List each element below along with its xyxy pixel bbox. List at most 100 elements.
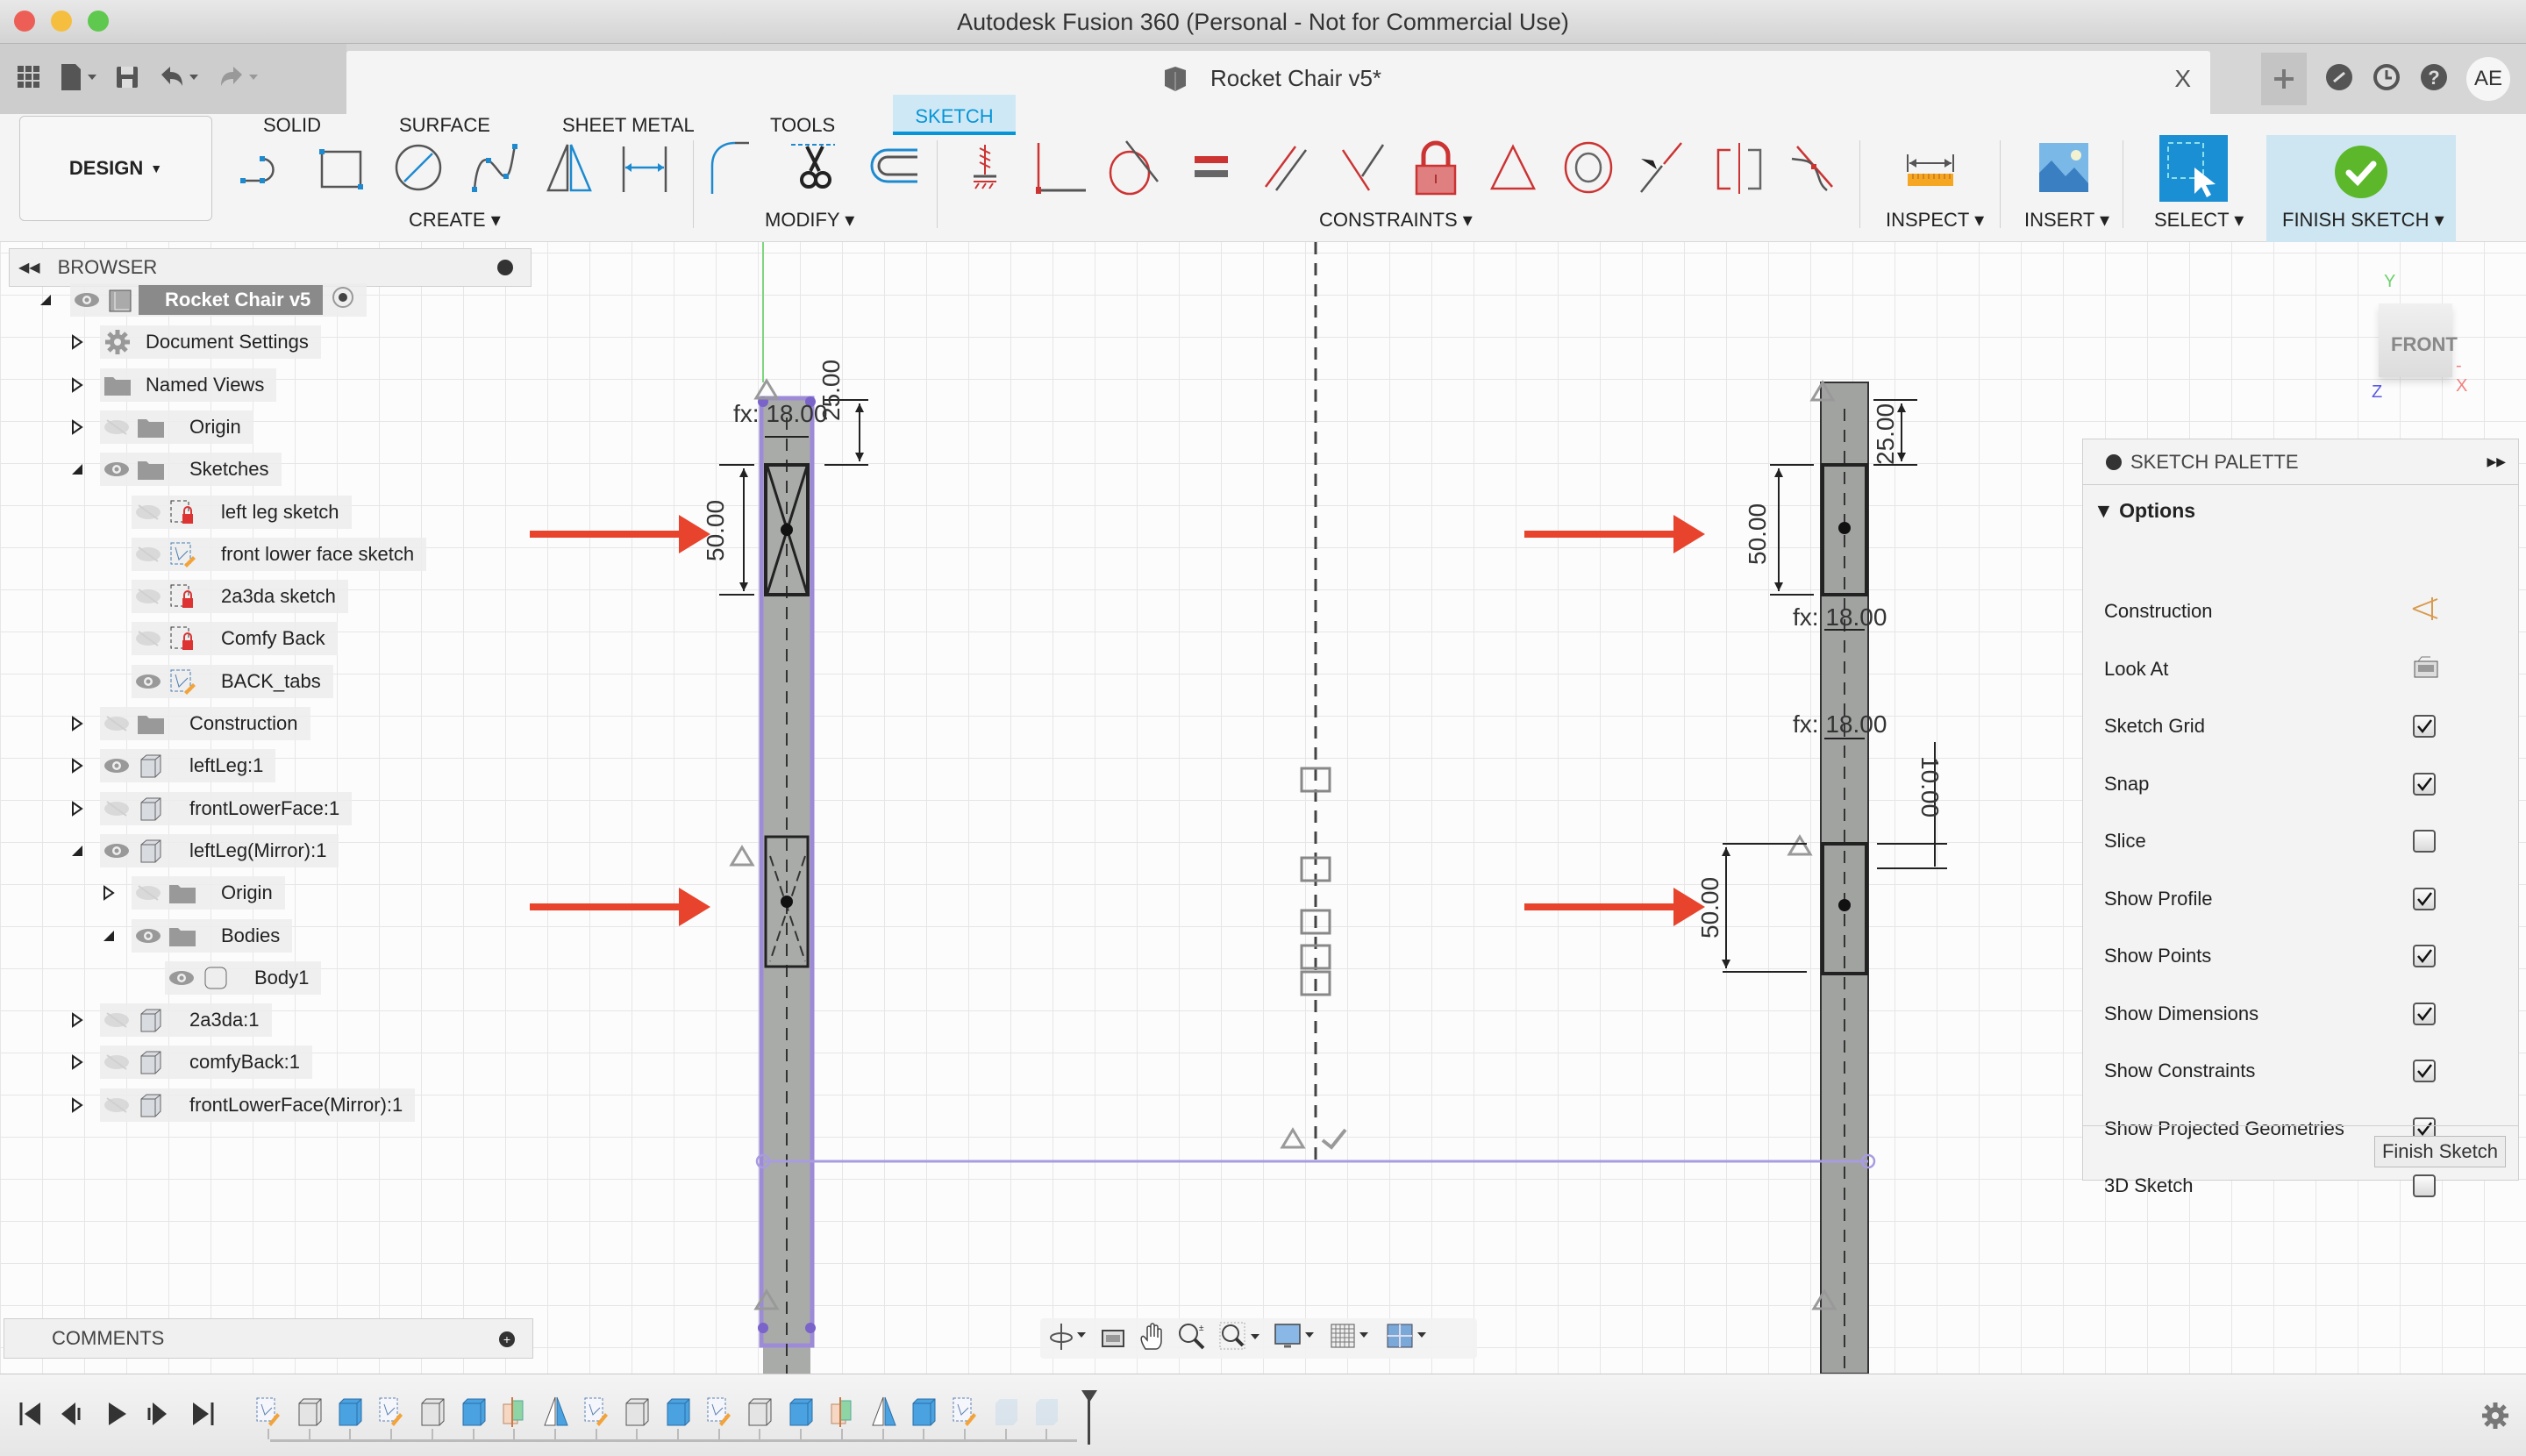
palette-option-construction[interactable]: Construction <box>2104 596 2490 627</box>
file-menu-icon[interactable] <box>58 62 98 96</box>
dimension-right-width-2[interactable]: fx: 18.00 <box>1793 710 1887 739</box>
insert-menu[interactable]: INSERT ▾ <box>2024 209 2109 232</box>
checkbox-checked[interactable] <box>2413 772 2436 796</box>
palette-expand-icon[interactable]: ▶▶ <box>2487 454 2506 469</box>
dimension-left-top-width[interactable]: fx: 18.00 <box>733 400 827 428</box>
checkbox-checked[interactable] <box>2413 1002 2436 1025</box>
construction-icon[interactable] <box>2411 596 2441 627</box>
timeline-feature-sketch-icon[interactable] <box>705 1395 733 1427</box>
palette-option-sketch-grid[interactable]: Sketch Grid <box>2104 710 2490 742</box>
palette-option-show-points[interactable]: Show Points <box>2104 940 2490 972</box>
pan-icon[interactable] <box>1138 1322 1165 1355</box>
palette-option-3d-sketch[interactable]: 3D Sketch <box>2104 1170 2490 1202</box>
visibility-eye-icon[interactable] <box>132 580 165 613</box>
tab-surface[interactable]: SURFACE <box>399 114 490 140</box>
inspect-menu[interactable]: INSPECT ▾ <box>1886 209 1984 232</box>
collapse-caret-icon[interactable] <box>100 925 118 946</box>
document-tab[interactable]: Rocket Chair v5* X <box>346 51 2210 114</box>
history-icon[interactable] <box>2372 62 2401 96</box>
timeline-feature-extrude-blue-icon[interactable] <box>787 1395 815 1427</box>
visibility-eye-icon[interactable] <box>100 1088 133 1122</box>
expand-caret-icon[interactable] <box>68 332 86 353</box>
expand-caret-icon[interactable] <box>68 1095 86 1116</box>
orbit-icon[interactable] <box>1049 1322 1088 1356</box>
dimension-left-tab-height[interactable]: 50.00 <box>702 500 730 561</box>
select-tool-icon[interactable] <box>2159 135 2228 202</box>
symmetry-constraint-icon[interactable] <box>1712 140 1766 195</box>
timeline-feature-sketch-icon[interactable] <box>254 1395 282 1427</box>
visibility-eye-icon[interactable] <box>132 622 165 655</box>
circle-tool-icon[interactable] <box>391 140 446 195</box>
timeline-previous-icon[interactable] <box>60 1401 86 1431</box>
palette-option-show-constraints[interactable]: Show Constraints <box>2104 1055 2490 1087</box>
visibility-eye-icon[interactable] <box>100 410 133 444</box>
dimension-right-width-1[interactable]: fx: 18.00 <box>1793 603 1887 632</box>
timeline-feature-extrude-blue-icon[interactable] <box>664 1395 692 1427</box>
checkbox-unchecked[interactable] <box>2413 830 2436 853</box>
visibility-eye-icon[interactable] <box>100 749 133 782</box>
dimension-right-top-offset[interactable]: 25.00 <box>1872 403 1900 465</box>
timeline-feature-extrude-white-icon[interactable] <box>296 1395 324 1427</box>
visibility-eye-icon[interactable] <box>100 1003 133 1037</box>
browser-pin-icon[interactable] <box>497 260 513 275</box>
tab-sheet-metal[interactable]: SHEET METAL <box>562 114 695 140</box>
fit-icon[interactable] <box>1219 1322 1261 1356</box>
timeline-feature-mirror-plane-icon[interactable] <box>828 1395 856 1427</box>
fillet-tool-icon[interactable] <box>709 140 763 195</box>
palette-option-snap[interactable]: Snap <box>2104 768 2490 800</box>
timeline-last-icon[interactable] <box>189 1401 216 1431</box>
workspace-switcher[interactable]: DESIGN ▼ <box>19 116 212 221</box>
expand-caret-icon[interactable] <box>68 417 86 438</box>
tab-tools[interactable]: TOOLS <box>770 114 835 140</box>
palette-option-look-at[interactable]: Look At <box>2104 653 2490 685</box>
expand-caret-icon[interactable] <box>68 755 86 776</box>
save-icon[interactable] <box>114 64 140 95</box>
viewports-icon[interactable] <box>1386 1322 1430 1356</box>
visibility-eye-icon[interactable] <box>100 834 133 867</box>
visibility-eye-icon[interactable] <box>132 665 165 698</box>
line-tool-icon[interactable] <box>237 140 291 195</box>
timeline-feature-sketch-icon[interactable] <box>377 1395 405 1427</box>
checkbox-checked[interactable] <box>2413 945 2436 967</box>
timeline-first-icon[interactable] <box>18 1401 44 1431</box>
curvature-constraint-icon[interactable] <box>1787 140 1842 195</box>
checkbox-checked[interactable] <box>2413 1060 2436 1082</box>
visibility-eye-icon[interactable] <box>132 496 165 529</box>
timeline-feature-extrude-white-icon[interactable] <box>418 1395 446 1427</box>
expand-caret-icon[interactable] <box>68 713 86 734</box>
dimension-right-gap[interactable]: 10.00 <box>1916 756 1944 817</box>
help-icon[interactable]: ? <box>2419 62 2449 96</box>
timeline-feature-extrude-blue-icon[interactable] <box>336 1395 364 1427</box>
measure-tool-icon[interactable] <box>1903 140 1958 195</box>
fix-constraint-icon[interactable] <box>958 140 1012 195</box>
undo-icon[interactable] <box>156 62 200 96</box>
visibility-eye-icon[interactable] <box>132 919 165 953</box>
collapse-caret-icon[interactable] <box>68 840 86 861</box>
timeline-settings-gear-icon[interactable] <box>2480 1401 2510 1435</box>
options-section-toggle[interactable]: ▼ Options <box>2094 499 2195 523</box>
tab-solid[interactable]: SOLID <box>263 114 321 140</box>
job-status-icon[interactable] <box>2324 62 2354 96</box>
display-settings-icon[interactable] <box>1274 1322 1317 1356</box>
visibility-eye-icon[interactable] <box>100 453 133 486</box>
perpendicular-constraint-icon[interactable] <box>1335 140 1389 195</box>
checkbox-checked[interactable] <box>2413 887 2436 910</box>
parallel-constraint-icon[interactable] <box>1259 140 1314 195</box>
dimension-right-lower-tab-height[interactable]: 50.00 <box>1696 877 1724 939</box>
look-at-icon[interactable] <box>2413 654 2439 684</box>
collapse-caret-icon[interactable] <box>37 289 54 310</box>
grid-settings-icon[interactable] <box>1330 1322 1374 1356</box>
visibility-eye-icon[interactable] <box>132 876 165 910</box>
collapse-browser-icon[interactable]: ◀◀ <box>18 259 40 276</box>
timeline-feature-sketch-icon[interactable] <box>951 1395 979 1427</box>
tangent-constraint-icon[interactable] <box>1107 140 1161 196</box>
rectangle-tool-icon[interactable] <box>314 140 368 195</box>
viewcube[interactable]: FRONT Y -X Z <box>2368 272 2467 402</box>
visibility-eye-icon[interactable] <box>100 1046 133 1079</box>
visibility-eye-icon[interactable] <box>165 961 198 995</box>
new-tab-icon[interactable] <box>2261 53 2307 105</box>
timeline-feature-mirror-icon[interactable] <box>541 1395 569 1427</box>
finish-sketch-button[interactable]: FINISH SKETCH ▾ <box>2266 135 2456 242</box>
dimension-left-top-offset[interactable]: 25.00 <box>817 360 846 421</box>
expand-caret-icon[interactable] <box>68 375 86 396</box>
